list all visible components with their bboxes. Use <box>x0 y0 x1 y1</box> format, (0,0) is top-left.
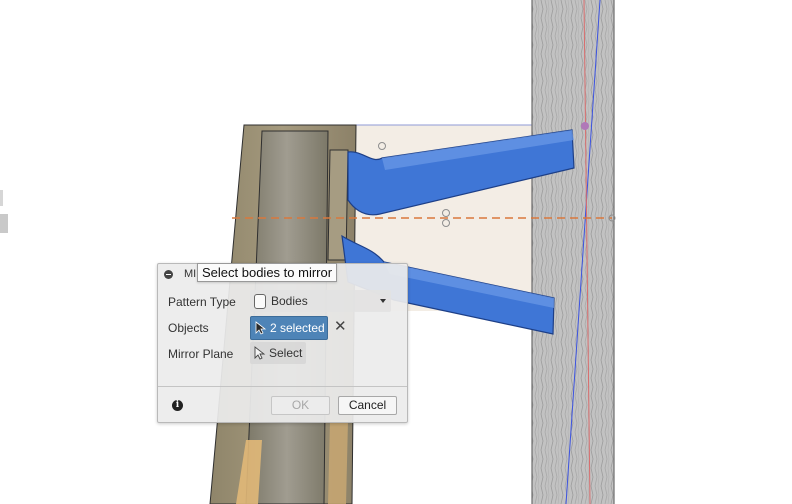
canvas-viewport[interactable] <box>0 0 792 504</box>
clear-icon[interactable]: ✕ <box>334 319 347 335</box>
body-icon <box>254 294 266 309</box>
mirror-plane-select-label: Select <box>269 346 303 360</box>
mirror-plane-label: Mirror Plane <box>168 347 234 361</box>
pattern-type-label: Pattern Type <box>168 295 236 309</box>
collapse-icon[interactable] <box>164 270 173 279</box>
objects-label: Objects <box>168 321 209 335</box>
cursor-icon <box>255 321 267 335</box>
ok-button[interactable]: OK <box>271 396 330 415</box>
pattern-type-dropdown[interactable]: Bodies <box>250 290 391 312</box>
mirror-plane-select-button[interactable]: Select <box>250 342 306 364</box>
pattern-type-value: Bodies <box>271 294 308 308</box>
objects-selection-button[interactable]: 2 selected <box>250 316 328 340</box>
left-edge-fragment-2 <box>0 214 8 233</box>
left-edge-fragment <box>0 190 3 206</box>
wood-wall <box>531 0 615 504</box>
dialog-divider <box>158 386 407 387</box>
mirror-dialog: MI Pattern Type Bodies Objects 2 selecte… <box>157 263 408 423</box>
dialog-title: MI <box>184 268 197 280</box>
info-icon[interactable]: i <box>172 400 183 411</box>
dropdown-caret-icon <box>380 299 386 303</box>
cursor-icon <box>254 346 266 360</box>
cancel-button[interactable]: Cancel <box>338 396 397 415</box>
objects-selection-value: 2 selected <box>270 321 325 335</box>
tooltip: Select bodies to mirror <box>197 263 338 282</box>
constraint-point <box>581 122 589 130</box>
